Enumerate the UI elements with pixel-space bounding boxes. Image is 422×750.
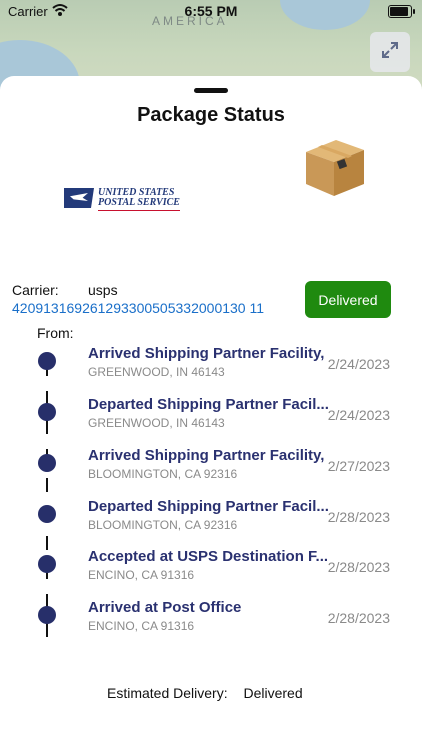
tracking-event: Arrived Shipping Partner Facility, BLOOM… bbox=[0, 447, 422, 487]
battery-icon bbox=[388, 5, 415, 18]
event-date: 2/28/2023 bbox=[327, 610, 390, 626]
timeline-dot bbox=[38, 403, 56, 421]
tracking-event: Arrived Shipping Partner Facility, GREEN… bbox=[0, 345, 422, 385]
tracking-number-link[interactable]: 420913169261293300505332000130 11 bbox=[12, 300, 264, 316]
page-title: Package Status bbox=[137, 104, 285, 126]
carrier-value: usps bbox=[88, 282, 118, 298]
event-location: ENCINO, CA 91316 bbox=[88, 568, 195, 582]
event-location: GREENWOOD, IN 46143 bbox=[88, 365, 225, 379]
tracking-event: Arrived at Post Office ENCINO, CA 91316 … bbox=[0, 599, 422, 639]
status-badge: Delivered bbox=[305, 281, 391, 318]
event-date: 2/24/2023 bbox=[327, 356, 390, 372]
timeline-dot bbox=[38, 606, 56, 624]
event-status: Accepted at USPS Destination F... bbox=[88, 548, 329, 565]
sheet-grabber[interactable] bbox=[194, 88, 228, 93]
usps-logo-line-2: POSTAL SERVICE bbox=[98, 197, 180, 208]
event-location: ENCINO, CA 91316 bbox=[88, 619, 195, 633]
package-status-sheet: Package Status UNITED STATES POSTAL SERV… bbox=[0, 76, 422, 750]
timeline-dot bbox=[38, 555, 56, 573]
status-time: 6:55 PM bbox=[184, 3, 238, 19]
timeline-dot bbox=[38, 454, 56, 472]
event-date: 2/28/2023 bbox=[327, 559, 390, 575]
carrier-row: Carrier: usps bbox=[12, 282, 118, 298]
event-location: BLOOMINGTON, CA 92316 bbox=[88, 518, 238, 532]
from-label: From: bbox=[37, 325, 74, 341]
estimated-delivery-label: Estimated Delivery: bbox=[107, 685, 228, 701]
usps-eagle-logo: UNITED STATES POSTAL SERVICE bbox=[64, 186, 194, 211]
event-status: Arrived at Post Office bbox=[88, 599, 242, 616]
expand-icon bbox=[380, 40, 400, 65]
package-box-icon bbox=[298, 130, 372, 204]
event-date: 2/27/2023 bbox=[327, 458, 390, 474]
tracking-event: Accepted at USPS Destination F... ENCINO… bbox=[0, 548, 422, 588]
event-location: BLOOMINGTON, CA 92316 bbox=[88, 467, 238, 481]
event-status: Arrived Shipping Partner Facility, bbox=[88, 345, 325, 362]
event-status: Departed Shipping Partner Facil... bbox=[88, 498, 329, 515]
event-date: 2/24/2023 bbox=[327, 407, 390, 423]
expand-map-button[interactable] bbox=[370, 32, 410, 72]
event-location: GREENWOOD, IN 46143 bbox=[88, 416, 225, 430]
tracking-event: Departed Shipping Partner Facil... BLOOM… bbox=[0, 498, 422, 538]
estimated-delivery: Estimated Delivery: Delivered bbox=[107, 685, 303, 701]
tracking-event: Departed Shipping Partner Facil... GREEN… bbox=[0, 396, 422, 436]
event-status: Arrived Shipping Partner Facility, bbox=[88, 447, 325, 464]
timeline-dot bbox=[38, 505, 56, 523]
status-bar: Carrier 6:55 PM bbox=[0, 0, 422, 22]
carrier-label: Carrier: bbox=[12, 282, 59, 298]
event-date: 2/28/2023 bbox=[327, 509, 390, 525]
estimated-delivery-value: Delivered bbox=[243, 685, 303, 701]
event-status: Departed Shipping Partner Facil... bbox=[88, 396, 329, 413]
timeline-dot bbox=[38, 352, 56, 370]
